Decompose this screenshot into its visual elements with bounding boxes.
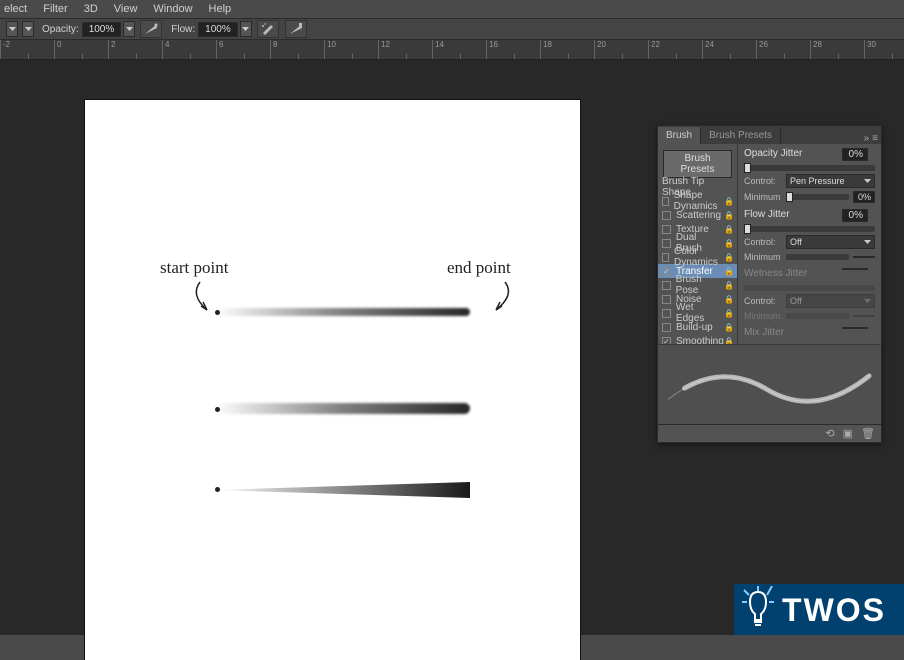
checkbox-icon[interactable] bbox=[662, 295, 671, 304]
brush-option-color-dynamics[interactable]: Color Dynamics🔒 bbox=[658, 250, 737, 264]
panel-footer: ⟲ ▣ 🗑 bbox=[658, 424, 881, 442]
lock-icon[interactable]: 🔒 bbox=[724, 225, 733, 234]
lock-icon[interactable]: 🔒 bbox=[724, 295, 733, 304]
flow-jitter-value[interactable]: 0% bbox=[842, 209, 868, 222]
opacity-min-label: Minimum bbox=[744, 192, 786, 202]
flow-label: Flow: bbox=[171, 24, 195, 35]
checkbox-icon[interactable] bbox=[662, 239, 671, 248]
tablet-opacity-icon[interactable] bbox=[140, 20, 162, 38]
menu-help[interactable]: Help bbox=[209, 3, 232, 15]
opacity-min-slider[interactable] bbox=[786, 194, 849, 200]
opacity-control-select[interactable]: Pen Pressure bbox=[786, 174, 875, 188]
flow-value[interactable]: 100% bbox=[198, 22, 238, 37]
flow-control-select[interactable]: Off bbox=[786, 235, 875, 249]
collapse-icon[interactable]: » bbox=[864, 133, 870, 144]
lightbulb-icon bbox=[740, 586, 776, 630]
wetness-min-slider bbox=[786, 313, 849, 319]
tab-brush-presets[interactable]: Brush Presets bbox=[701, 127, 781, 144]
brush-panel: Brush Brush Presets » ≡ Brush Presets Br… bbox=[657, 125, 882, 443]
opacity-min-value[interactable]: 0% bbox=[853, 191, 875, 203]
mix-jitter-label: Mix Jitter bbox=[744, 327, 784, 338]
lock-icon[interactable]: 🔒 bbox=[724, 281, 733, 290]
arrow-start bbox=[185, 280, 215, 315]
options-bar: Opacity: 100% Flow: 100% bbox=[0, 18, 904, 40]
lock-icon[interactable]: 🔒 bbox=[724, 267, 733, 276]
lock-icon[interactable]: 🔒 bbox=[724, 323, 733, 332]
wetness-jitter-slider bbox=[744, 285, 875, 291]
tablet-size-icon[interactable] bbox=[285, 20, 307, 38]
checkbox-icon[interactable] bbox=[662, 323, 671, 332]
flow-jitter-label: Flow Jitter bbox=[744, 209, 790, 220]
flow-control-label: Control: bbox=[744, 237, 786, 247]
flow-min-slider[interactable] bbox=[786, 254, 849, 260]
stroke-2 bbox=[215, 403, 470, 414]
end-point-label: end point bbox=[447, 258, 511, 278]
checkbox-icon[interactable] bbox=[662, 197, 669, 206]
stroke-3 bbox=[215, 482, 470, 498]
menu-select[interactable]: elect bbox=[4, 3, 27, 15]
menu-bar: elect Filter 3D View Window Help bbox=[0, 0, 904, 18]
checkbox-icon[interactable] bbox=[662, 211, 671, 220]
brush-options-list: Brush Presets Brush Tip Shape Shape Dyna… bbox=[658, 144, 738, 344]
lock-icon[interactable]: 🔒 bbox=[724, 309, 733, 318]
menu-view[interactable]: View bbox=[114, 3, 138, 15]
canvas[interactable]: start point end point bbox=[85, 100, 580, 660]
arrow-end bbox=[490, 280, 520, 315]
new-brush-icon[interactable]: ▣ bbox=[843, 427, 853, 440]
menu-window[interactable]: Window bbox=[153, 3, 192, 15]
airbrush-icon[interactable] bbox=[257, 20, 279, 38]
brush-presets-button[interactable]: Brush Presets bbox=[663, 150, 732, 178]
lock-icon[interactable]: 🔒 bbox=[724, 211, 733, 220]
opacity-control-label: Control: bbox=[744, 176, 786, 186]
start-point-label: start point bbox=[160, 258, 228, 278]
watermark-badge: TWOS bbox=[734, 584, 904, 635]
wetness-jitter-value bbox=[842, 268, 868, 270]
opacity-jitter-value[interactable]: 0% bbox=[842, 148, 868, 161]
lock-icon[interactable]: 🔒 bbox=[724, 197, 733, 206]
wetness-control-select: Off bbox=[786, 294, 875, 308]
brush-option-wet-edges[interactable]: Wet Edges🔒 bbox=[658, 306, 737, 320]
panel-tabs: Brush Brush Presets » ≡ bbox=[658, 126, 881, 144]
trash-icon[interactable]: 🗑 bbox=[861, 427, 875, 440]
menu-filter[interactable]: Filter bbox=[43, 3, 67, 15]
mix-jitter-value bbox=[842, 327, 868, 329]
checkbox-icon[interactable] bbox=[662, 225, 671, 234]
tab-brush[interactable]: Brush bbox=[658, 127, 701, 144]
flow-dropdown[interactable] bbox=[240, 21, 252, 37]
checkbox-icon[interactable] bbox=[662, 281, 671, 290]
panel-menu-icon[interactable]: ≡ bbox=[872, 133, 878, 144]
checkbox-icon[interactable]: ✓ bbox=[662, 267, 671, 276]
opacity-jitter-slider[interactable] bbox=[744, 165, 875, 171]
opacity-label: Opacity: bbox=[42, 24, 79, 35]
brush-option-brush-pose[interactable]: Brush Pose🔒 bbox=[658, 278, 737, 292]
brush-option-scattering[interactable]: Scattering🔒 bbox=[658, 208, 737, 222]
checkbox-icon[interactable] bbox=[662, 253, 669, 262]
wetness-min-label: Minimum bbox=[744, 311, 786, 321]
lock-icon[interactable]: 🔒 bbox=[724, 253, 733, 262]
toggle-preview-icon[interactable]: ⟲ bbox=[825, 427, 834, 440]
transfer-settings: Opacity Jitter0% Control:Pen Pressure Mi… bbox=[738, 144, 881, 344]
lock-icon[interactable]: 🔒 bbox=[724, 239, 733, 248]
brush-preview bbox=[658, 344, 881, 424]
brush-option-build-up[interactable]: Build-up🔒 bbox=[658, 320, 737, 334]
watermark-text: TWOS bbox=[782, 592, 886, 629]
horizontal-ruler: -2 0 2 4 6 8 10 12 14 16 18 20 22 24 26 … bbox=[0, 40, 904, 60]
brush-picker[interactable] bbox=[6, 21, 18, 37]
opacity-dropdown[interactable] bbox=[123, 21, 135, 37]
wetness-jitter-label: Wetness Jitter bbox=[744, 268, 807, 279]
menu-3d[interactable]: 3D bbox=[84, 3, 98, 15]
wetness-control-label: Control: bbox=[744, 296, 786, 306]
blend-mode-picker[interactable] bbox=[22, 21, 34, 37]
opacity-value[interactable]: 100% bbox=[82, 22, 122, 37]
checkbox-icon[interactable] bbox=[662, 309, 671, 318]
opacity-jitter-label: Opacity Jitter bbox=[744, 148, 802, 159]
flow-jitter-slider[interactable] bbox=[744, 226, 875, 232]
stroke-1 bbox=[215, 308, 470, 316]
flow-min-label: Minimum bbox=[744, 252, 786, 262]
flow-min-value[interactable] bbox=[853, 256, 875, 258]
